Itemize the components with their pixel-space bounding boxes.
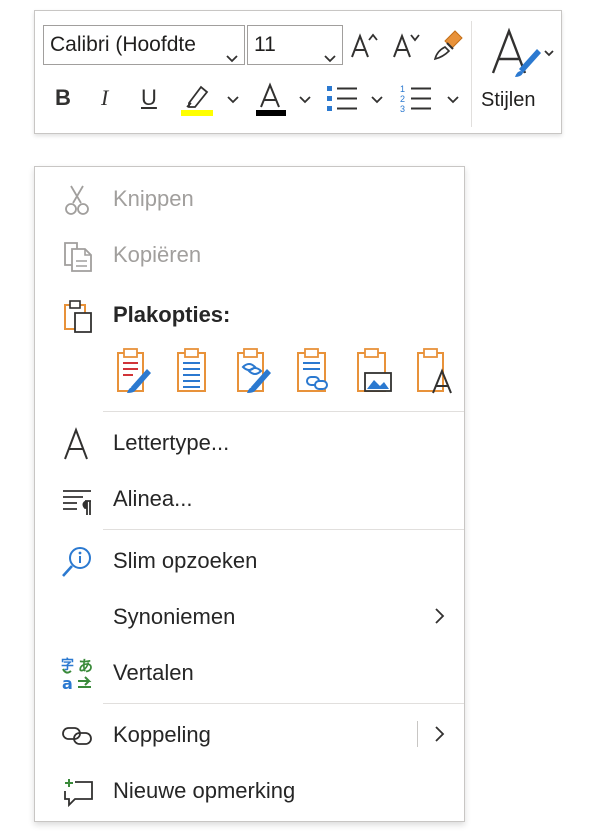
font-color-icon[interactable] [253,81,289,117]
smart-lookup-icon [61,545,95,579]
menu-item-label: Kopiëren [113,242,202,267]
paste-link-icon[interactable] [293,347,337,395]
svg-text:1: 1 [400,84,405,94]
menu-item-label: Nieuwe opmerking [113,778,296,803]
link-icon [61,719,95,753]
chevron-right-icon [434,607,446,630]
chevron-down-icon[interactable] [299,95,311,105]
chevron-down-icon[interactable] [227,95,239,105]
shrink-font-icon[interactable] [391,31,421,61]
menu-item-label: Synoniemen [113,604,236,629]
menu-item-label: Knippen [113,186,194,211]
paste-keep-source-formatting-icon[interactable] [113,347,157,395]
chevron-down-icon[interactable] [226,39,238,64]
paste-options-label: Plakopties: [113,302,231,327]
menu-item-new-comment[interactable]: Nieuwe opmerking [35,763,464,819]
menu-item-label: Slim opzoeken [113,548,258,573]
svg-text:3: 3 [400,104,405,114]
paste-icon [61,299,95,333]
menu-item-cut[interactable]: Knippen [35,171,464,227]
mini-toolbar: Calibri (Hoofdte 11 B I U 1 2 3 Stijlen [34,10,562,134]
menu-item-label: Vertalen [113,660,194,685]
grow-font-icon[interactable] [349,31,379,61]
paste-options-header: Plakopties: [35,287,464,343]
menu-item-paragraph[interactable]: Alinea... [35,471,464,527]
scissors-icon [61,183,95,217]
font-name-value: Calibri (Hoofdte [50,33,196,56]
menu-item-smart-lookup[interactable]: Slim opzoeken [35,533,464,589]
menu-separator [103,411,464,412]
paste-picture-link-icon[interactable] [233,347,277,395]
font-size-value: 11 [254,33,276,56]
menu-separator [103,529,464,530]
chevron-right-icon[interactable] [434,725,446,748]
menu-item-label: Alinea... [113,486,193,511]
toolbar-separator [471,21,472,127]
split-button-divider [417,721,418,747]
paste-merge-formatting-icon[interactable] [173,347,217,395]
svg-text:あ: あ [78,657,93,675]
menu-item-label: Lettertype... [113,430,230,455]
font-size-combo[interactable]: 11 [247,25,343,65]
format-painter-icon[interactable] [431,29,465,63]
menu-item-copy[interactable]: Kopiëren [35,227,464,283]
context-menu: Knippen Kopiëren Plakopties: Lettertype.… [34,166,465,822]
styles-icon[interactable] [489,25,555,81]
menu-item-link[interactable]: Koppeling [35,707,464,763]
copy-icon [61,239,95,273]
font-name-combo[interactable]: Calibri (Hoofdte [43,25,245,65]
paragraph-icon [61,483,95,517]
svg-text:2: 2 [400,94,405,104]
numbering-icon[interactable]: 1 2 3 [399,83,433,115]
menu-item-label: Koppeling [113,722,211,747]
highlight-icon[interactable] [179,81,215,117]
new-comment-icon [61,775,95,809]
underline-icon[interactable]: U [141,85,157,111]
italic-icon[interactable]: I [101,85,108,111]
menu-item-font[interactable]: Lettertype... [35,415,464,471]
bold-icon[interactable]: B [55,85,71,111]
svg-text:a: a [62,674,73,691]
paste-picture-icon[interactable] [353,347,397,395]
paste-text-only-icon[interactable] [413,347,457,395]
chevron-down-icon[interactable] [324,39,336,64]
menu-item-synonyms[interactable]: Synoniemen [35,589,464,645]
font-icon [61,427,95,461]
translate-icon: 字 あ a [61,657,95,691]
chevron-down-icon[interactable] [447,95,459,105]
chevron-down-icon[interactable] [371,95,383,105]
menu-item-translate[interactable]: 字 あ a Vertalen [35,645,464,701]
bullets-icon[interactable] [325,83,359,115]
styles-label[interactable]: Stijlen [481,89,535,112]
menu-separator [103,703,464,704]
